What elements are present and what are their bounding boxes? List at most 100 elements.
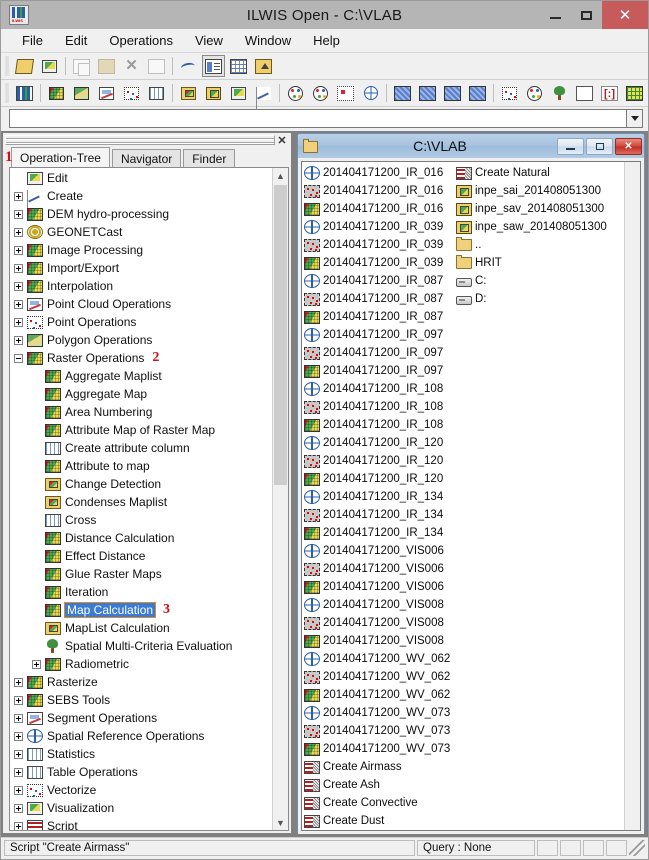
tree-expand-plus-icon[interactable]	[14, 749, 23, 759]
tree-item-iteration[interactable]: Iteration	[10, 583, 272, 601]
list-item[interactable]: inpe_sav_201408051300	[456, 200, 606, 218]
tree-item-change-detection[interactable]: Change Detection	[10, 475, 272, 493]
tree-item-attribute-to-map[interactable]: Attribute to map	[10, 457, 272, 475]
copy-button[interactable]	[70, 55, 93, 77]
tree-item-radiometric[interactable]: Radiometric	[10, 655, 272, 673]
list-item[interactable]: Create Natural	[456, 164, 606, 182]
list-item[interactable]: 201404171200_IR_097	[304, 326, 456, 344]
matrix-button[interactable]: [:]	[598, 82, 621, 104]
operations-toolbar-grip[interactable]	[5, 83, 9, 103]
tab-operation-tree[interactable]: Operation-Tree	[11, 147, 110, 167]
tree-item-sebs-tools[interactable]: SEBS Tools	[10, 691, 272, 709]
tree-item-distance-calculation[interactable]: Distance Calculation	[10, 529, 272, 547]
operation-tree-rows[interactable]: Edit Create DEM hydro-processing GEONETCast…	[10, 168, 272, 830]
tree-expand-plus-icon[interactable]	[14, 209, 23, 219]
child-restore-button[interactable]	[586, 137, 613, 155]
menu-edit[interactable]: Edit	[54, 30, 98, 51]
tree-item-spatial-reference-operations[interactable]: Spatial Reference Operations	[10, 727, 272, 745]
show-map-button[interactable]	[38, 55, 61, 77]
menu-file[interactable]: File	[11, 30, 54, 51]
point-map-button[interactable]	[120, 82, 143, 104]
list-view-button[interactable]	[202, 55, 225, 77]
list-item[interactable]: 201404171200_IR_039	[304, 254, 456, 272]
list-item[interactable]: 201404171200_IR_087	[304, 308, 456, 326]
pixel-info-button[interactable]	[227, 82, 250, 104]
polygon-map-button[interactable]	[70, 82, 93, 104]
tree-item-attribute-map-of-raster-map[interactable]: Attribute Map of Raster Map	[10, 421, 272, 439]
graph-button[interactable]	[252, 82, 275, 104]
tab-navigator[interactable]: Navigator	[111, 149, 182, 167]
tree-expand-plus-icon[interactable]	[14, 245, 23, 255]
detail-view-button[interactable]	[227, 55, 250, 77]
list-item[interactable]: 201404171200_WV_062	[304, 650, 456, 668]
tree-expand-minus-icon[interactable]	[14, 353, 23, 363]
list-item[interactable]: 201404171200_WV_073	[304, 722, 456, 740]
list-item[interactable]: 201404171200_WV_073	[304, 704, 456, 722]
tree-expand-plus-icon[interactable]	[14, 695, 23, 705]
georeference-button[interactable]	[359, 82, 382, 104]
tree-expand-plus-icon[interactable]	[14, 317, 23, 327]
tree-item-area-numbering[interactable]: Area Numbering	[10, 403, 272, 421]
list-item[interactable]: inpe_sai_201408051300	[456, 182, 606, 200]
tree-item-maplist-calculation[interactable]: MapList Calculation	[10, 619, 272, 637]
tree-expand-plus-icon[interactable]	[14, 767, 23, 777]
import1-button[interactable]	[391, 82, 414, 104]
tree-expand-plus-icon[interactable]	[14, 713, 23, 723]
list-item[interactable]: 201404171200_WV_062	[304, 686, 456, 704]
filter-button[interactable]	[498, 82, 521, 104]
list-item[interactable]: 201404171200_IR_134	[304, 524, 456, 542]
list-item[interactable]: 201404171200_WV_062	[304, 668, 456, 686]
list-item[interactable]: 201404171200_IR_097	[304, 344, 456, 362]
tree-item-interpolation[interactable]: Interpolation	[10, 277, 272, 295]
tree-item-aggregate-map[interactable]: Aggregate Map	[10, 385, 272, 403]
tree-expand-plus-icon[interactable]	[14, 821, 23, 830]
import3-button[interactable]	[441, 82, 464, 104]
properties-button[interactable]	[145, 55, 168, 77]
list-item[interactable]: 201404171200_IR_087	[304, 272, 456, 290]
list-item[interactable]: 201404171200_IR_016	[304, 182, 456, 200]
tree-item-table-operations[interactable]: Table Operations	[10, 763, 272, 781]
list-item[interactable]: inpe_saw_201408051300	[456, 218, 607, 236]
menu-window[interactable]: Window	[234, 30, 302, 51]
tree-expand-plus-icon[interactable]	[14, 299, 23, 309]
toolbar-grip[interactable]	[5, 56, 9, 76]
list-item[interactable]: 201404171200_WV_073	[304, 740, 456, 758]
tree-expand-plus-icon[interactable]	[14, 227, 23, 237]
tree-item-dem-hydro-processing[interactable]: DEM hydro-processing	[10, 205, 272, 223]
dock-drag-handle[interactable]	[5, 135, 275, 145]
tree-item-import-export[interactable]: Import/Export	[10, 259, 272, 277]
catalog-listbox[interactable]: 201404171200_IR_016 201404171200_IR_016 20…	[301, 161, 641, 831]
list-item[interactable]: 201404171200_IR_016	[304, 200, 456, 218]
list-item[interactable]: 201404171200_VIS008	[304, 632, 456, 650]
command-history-dropdown[interactable]	[626, 109, 643, 128]
tree-item-point-operations[interactable]: Point Operations	[10, 313, 272, 331]
open-button[interactable]	[13, 55, 36, 77]
tree-item-map-calculation[interactable]: Map Calculation 3	[10, 601, 272, 619]
list-item[interactable]: 201404171200_VIS006	[304, 542, 456, 560]
statistics-button[interactable]	[177, 55, 200, 77]
tab-finder[interactable]: Finder	[183, 149, 236, 167]
ilwis-logo-button[interactable]	[13, 82, 36, 104]
maximize-button[interactable]	[571, 1, 602, 29]
list-item[interactable]: ..	[456, 236, 606, 254]
list-item[interactable]: 201404171200_IR_134	[304, 506, 456, 524]
list-item[interactable]: 201404171200_IR_097	[304, 362, 456, 380]
catalog-vertical-scrollbar[interactable]	[624, 162, 640, 830]
segment-map-button[interactable]	[95, 82, 118, 104]
tree-expand-plus-icon[interactable]	[14, 335, 23, 345]
grid-button[interactable]	[623, 82, 646, 104]
tree-item-script[interactable]: Script	[10, 817, 272, 830]
list-item[interactable]: D:	[456, 290, 606, 308]
tree-item-effect-distance[interactable]: Effect Distance	[10, 547, 272, 565]
table-button[interactable]	[145, 82, 168, 104]
tree-item-geonetcast[interactable]: GEONETCast	[10, 223, 272, 241]
list-item[interactable]: 201404171200_IR_134	[304, 488, 456, 506]
menu-operations[interactable]: Operations	[98, 30, 184, 51]
import2-button[interactable]	[416, 82, 439, 104]
dock-close-icon[interactable]: ✕	[275, 134, 289, 147]
child-minimize-button[interactable]	[557, 137, 584, 155]
tree-expand-plus-icon[interactable]	[14, 785, 23, 795]
close-button[interactable]: ✕	[602, 1, 648, 29]
delete-button[interactable]: ✕	[120, 55, 143, 77]
tree-item-vectorize[interactable]: Vectorize	[10, 781, 272, 799]
